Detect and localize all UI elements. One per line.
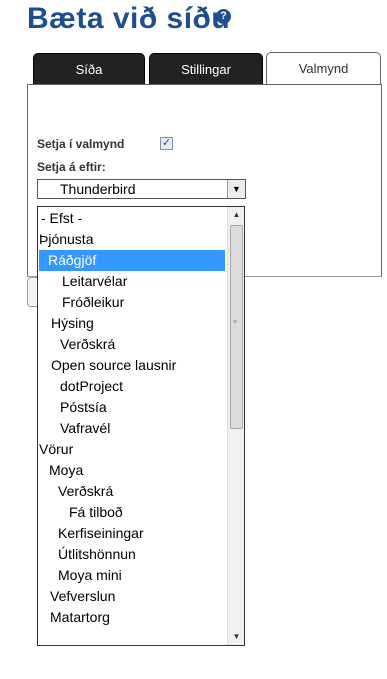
chevron-down-icon[interactable]: ▼ — [227, 180, 245, 198]
tab-stillingar[interactable]: Stillingar — [149, 53, 263, 84]
scroll-thumb[interactable]: ≡ — [230, 225, 243, 429]
scroll-down-icon[interactable]: ▼ — [228, 629, 244, 645]
page-title: Bæta við síðu — [27, 2, 231, 35]
tab-valmynd[interactable]: Valmynd — [266, 52, 381, 85]
place-after-label: Setja á eftir: — [37, 160, 106, 174]
list-item[interactable]: Þjónusta — [38, 229, 228, 250]
dropdown-list[interactable]: - Efst - Þjónusta Ráðgjöf Leitarvélar Fr… — [37, 206, 245, 646]
list-item[interactable]: Verðskrá — [38, 481, 228, 502]
list-item[interactable]: Vafravél — [38, 418, 228, 439]
scrollbar[interactable]: ▲ ≡ ▼ — [227, 207, 244, 645]
list-item[interactable]: Póstsía — [38, 397, 228, 418]
menu-checkbox-label: Setja í valmynd — [37, 137, 125, 151]
list-item[interactable]: - Efst - — [38, 208, 228, 229]
tab-sida[interactable]: Síða — [33, 53, 145, 84]
list-item[interactable]: Verðskrá — [38, 334, 228, 355]
list-item[interactable]: Open source lausnir — [38, 355, 228, 376]
list-item[interactable]: dotProject — [38, 376, 228, 397]
place-after-select[interactable]: Thunderbird ▼ — [37, 179, 246, 199]
list-item[interactable]: Útlitshönnun — [38, 544, 228, 565]
list-item[interactable]: Fá tilboð — [38, 502, 228, 523]
list-item[interactable]: Moya mini — [38, 565, 228, 586]
list-item[interactable]: Vefverslun — [38, 586, 228, 607]
grip-icon: ≡ — [233, 319, 238, 326]
list-item[interactable]: Moya — [38, 460, 228, 481]
list-item[interactable]: Vörur — [38, 439, 228, 460]
list-item[interactable]: Hýsing — [38, 313, 228, 334]
menu-checkbox[interactable]: ✓ — [160, 137, 173, 150]
help-icon[interactable]: ? — [216, 9, 231, 24]
list-item[interactable]: Fróðleikur — [38, 292, 228, 313]
list-item[interactable]: Matartorg — [38, 607, 228, 628]
list-item[interactable]: Kerfiseiningar — [38, 523, 228, 544]
select-value: Thunderbird — [60, 181, 136, 197]
list-item[interactable]: Leitarvélar — [38, 271, 228, 292]
list-item-selected[interactable]: Ráðgjöf — [39, 250, 225, 271]
scroll-up-icon[interactable]: ▲ — [228, 207, 244, 223]
